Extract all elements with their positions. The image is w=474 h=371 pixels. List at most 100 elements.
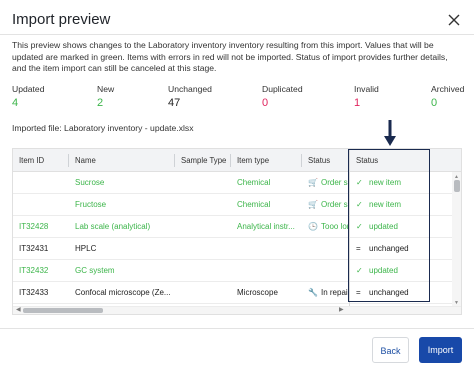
dialog-title: Import preview (12, 11, 111, 28)
back-button[interactable]: Back (372, 337, 409, 363)
stat-value: 2 (97, 97, 104, 109)
cell-item-type (231, 238, 301, 260)
table-row[interactable]: IT32432 GC system ✓ updated (13, 260, 461, 282)
stat-label: Unchanged (168, 84, 212, 94)
scroll-right-icon[interactable]: ▶ (339, 306, 344, 314)
cell-item-id: IT32428 (19, 222, 49, 231)
import-stats: Updated 4 New 2 Unchanged 47 Duplicated … (12, 84, 472, 114)
cell-sample-type (175, 282, 230, 304)
vertical-scroll-thumb[interactable] (454, 180, 460, 192)
footer-divider (0, 328, 474, 329)
cell-name: GC system (75, 266, 115, 275)
cell-name: Lab scale (analytical) (75, 222, 151, 231)
import-status-text: unchanged (369, 288, 409, 297)
clock-icon: 🕒 (308, 222, 318, 231)
status-text: Order su (321, 178, 349, 187)
cell-name: Sucrose (75, 178, 105, 187)
wrench-icon: 🔧 (308, 288, 318, 297)
table-row[interactable]: IT32431 HPLC = unchanged (13, 238, 461, 260)
cell-status (302, 260, 349, 282)
cell-item-type: Analytical instr... (237, 222, 295, 231)
header-name[interactable]: Name (69, 149, 174, 172)
stat-value: 4 (12, 97, 19, 109)
check-icon: ✓ (356, 222, 363, 231)
header-item-type[interactable]: Item type (231, 149, 301, 172)
check-icon: ✓ (356, 178, 363, 187)
cell-name: HPLC (75, 244, 97, 253)
status-text: Tooo lon (321, 222, 349, 231)
cell-status: 🛒Order su (302, 172, 349, 194)
stat-label: Archived (431, 84, 465, 94)
status-text: Order su (321, 200, 349, 209)
header-sample-type[interactable]: Sample Type (175, 149, 230, 172)
import-status-text: updated (369, 266, 398, 275)
header-item-id[interactable]: Item ID (13, 149, 68, 172)
cell-name: Fructose (75, 200, 107, 209)
cell-status: 🕒 Tooo lon (302, 216, 349, 238)
cell-item-type: Chemical (237, 200, 271, 209)
stat-value: 1 (354, 97, 361, 109)
pinned-scrollbar-area (350, 306, 461, 314)
check-icon: ✓ (356, 266, 363, 275)
cell-item-type: Microscope (237, 288, 278, 297)
table-row[interactable]: IT32428 Lab scale (analytical) Analytica… (13, 216, 461, 238)
stat-label: Updated (12, 84, 45, 94)
cart-icon: 🛒 (308, 178, 318, 187)
cell-sample-type (175, 260, 230, 282)
scroll-left-icon[interactable]: ◀ (16, 306, 21, 314)
cell-import-status: ✓ updated (350, 216, 450, 238)
cell-sample-type (175, 216, 230, 238)
cell-import-status: = unchanged (350, 282, 450, 304)
cell-status: 🛒Order su (302, 194, 349, 216)
cell-item-type (231, 260, 301, 282)
cell-sample-type (175, 194, 230, 216)
vertical-scrollbar[interactable] (452, 172, 461, 307)
header-divider (0, 34, 474, 35)
table-header: Item ID Name Sample Type Item type Statu… (13, 149, 461, 172)
cell-sample-type (175, 238, 230, 260)
stat-unchanged: Unchanged 47 (168, 84, 212, 109)
import-status-text: updated (369, 222, 398, 231)
stat-archived: Archived 0 (431, 84, 464, 109)
stat-value: 0 (262, 97, 269, 109)
cell-item-id: IT32432 (19, 266, 49, 275)
stat-label: New (97, 84, 115, 94)
cell-import-status: ✓ new item (350, 194, 450, 216)
imported-file-label: Imported file: Laboratory inventory - up… (12, 123, 194, 133)
cell-import-status: ✓ new item (350, 172, 450, 194)
cell-status: 🔧 In repair (302, 282, 349, 304)
horizontal-scroll-thumb[interactable] (23, 308, 103, 313)
import-button[interactable]: Import (419, 337, 462, 363)
cell-item-type: Chemical (237, 178, 271, 187)
cell-item-id: IT32431 (19, 244, 49, 253)
status-text: In repair (321, 288, 349, 297)
table-row[interactable]: IT32433 Confocal microscope (Ze... Micro… (13, 282, 461, 304)
stat-label: Invalid (354, 84, 379, 94)
import-status-text: new item (369, 200, 402, 209)
cell-import-status: = unchanged (350, 238, 450, 260)
equals-icon: = (356, 244, 361, 253)
cell-status (302, 238, 349, 260)
table-row[interactable]: Sucrose Chemical 🛒Order su ✓ new item (13, 172, 461, 194)
stat-updated: Updated 4 (12, 84, 45, 109)
cell-name: Confocal microscope (Ze... (75, 288, 171, 297)
close-icon[interactable] (446, 12, 462, 28)
cell-item-id (13, 172, 68, 194)
cell-import-status: ✓ updated (350, 260, 450, 282)
check-icon: ✓ (356, 200, 363, 209)
header-import-status[interactable]: Status (350, 149, 450, 172)
arrow-down-icon (384, 120, 396, 146)
stat-value: 0 (431, 97, 438, 109)
cell-sample-type (175, 172, 230, 194)
stat-invalid: Invalid 1 (354, 84, 379, 109)
description: This preview shows changes to the Labora… (12, 40, 448, 73)
table-row[interactable]: Fructose Chemical 🛒Order su ✓ new item (13, 194, 461, 216)
stat-value: 47 (168, 97, 181, 109)
import-status-text: new item (369, 178, 402, 187)
header-status[interactable]: Status (302, 149, 349, 172)
stat-new: New 2 (97, 84, 114, 109)
pinned-column-border (349, 149, 350, 314)
cell-item-id (13, 194, 68, 216)
equals-icon: = (356, 288, 361, 297)
import-status-text: unchanged (369, 244, 409, 253)
